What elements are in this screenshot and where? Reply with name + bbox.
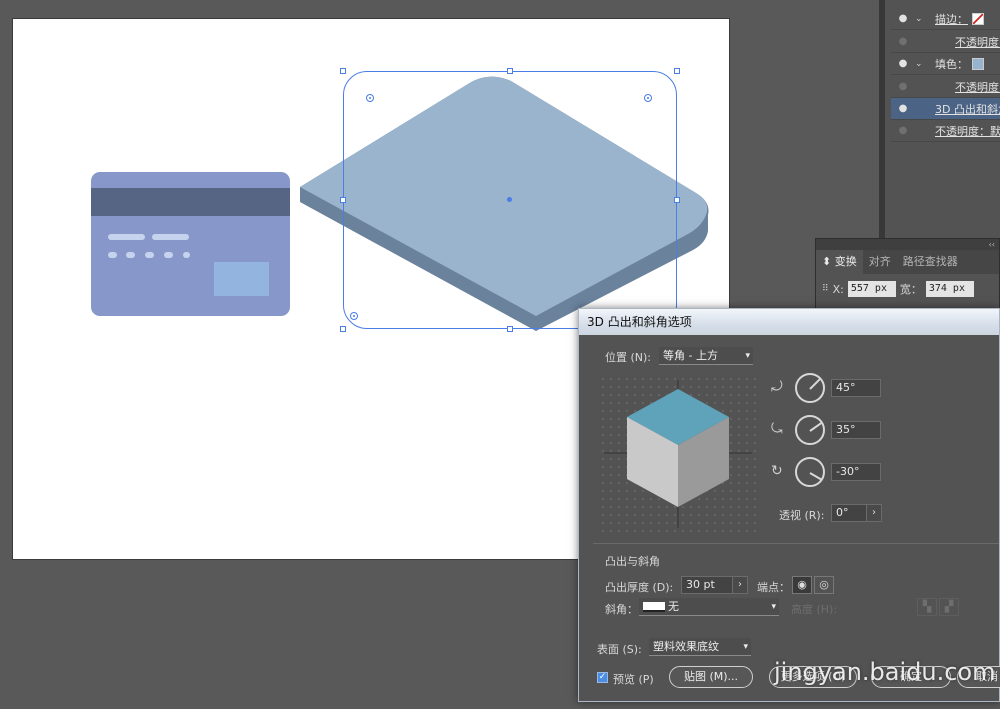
x-rotation-dial[interactable] (795, 373, 825, 403)
extrude-depth-slider-button[interactable]: › (732, 576, 748, 594)
bevel-in-button[interactable]: ▞ (939, 598, 959, 616)
resize-handle[interactable] (507, 326, 513, 332)
position-select[interactable]: 等角 - 上方 ▾ (659, 347, 753, 365)
eye-icon[interactable]: ● (897, 103, 909, 114)
panel-collapse-button[interactable]: ‹‹ (816, 239, 999, 250)
z-axis-rotate-icon: ↻ (771, 463, 783, 479)
perspective-input[interactable]: 0° (831, 504, 867, 522)
chevron-down-icon: ▾ (771, 602, 776, 612)
appearance-row-stroke[interactable]: ● ⌄ 描边： (891, 8, 1000, 30)
cap-label: 端点： (757, 581, 790, 594)
bevel-label: 斜角： (605, 603, 638, 616)
surface-label: 表面 (S): (597, 643, 642, 656)
corner-radius-widget[interactable] (366, 94, 374, 102)
tab-pathfinder[interactable]: 路径查找器 (897, 250, 964, 274)
appearance-row-fill-opacity[interactable]: ● 不透明度： (891, 76, 1000, 98)
eye-icon[interactable]: ● (897, 58, 909, 69)
surface-select[interactable]: 塑料效果底纹 ▾ (649, 638, 751, 656)
cap-off-button[interactable]: ◎ (814, 576, 834, 594)
corner-radius-widget[interactable] (350, 312, 358, 320)
center-point (507, 197, 512, 202)
appearance-row-opacity[interactable]: ● 不透明度：默认 (891, 120, 1000, 142)
appearance-row-3d-effect[interactable]: ● 3D 凸出和斜角 (891, 98, 1000, 120)
extrude-depth-label: 凸出厚度 (D): (605, 581, 674, 594)
opacity-label[interactable]: 不透明度： (955, 79, 1000, 95)
watermark: jingyan.baidu.com (774, 658, 996, 686)
x-label: X: (832, 282, 844, 296)
y-axis-rotate-icon: ⤿ (771, 421, 783, 437)
chevron-down-icon: ▾ (745, 351, 750, 361)
cap-on-button[interactable]: ◉ (792, 576, 812, 594)
tab-align[interactable]: 对齐 (863, 250, 897, 274)
x-rotation-input[interactable]: 45° (831, 379, 881, 397)
plate-top (300, 76, 708, 316)
width-input[interactable]: 374 px (925, 281, 974, 297)
transform-fields: ⠿ X: 557 px 宽： 374 px (822, 281, 974, 297)
height-label: 高度 (H): (791, 603, 838, 616)
stroke-label[interactable]: 描边： (935, 11, 968, 27)
cube-preview[interactable] (599, 375, 757, 533)
perspective-label: 透视 (R): (779, 509, 825, 522)
map-button[interactable]: 贴图 (M)... (669, 666, 753, 688)
resize-handle[interactable] (674, 68, 680, 74)
eye-icon[interactable]: ● (897, 81, 909, 92)
tab-transform[interactable]: ⬍ 变换 (816, 250, 863, 274)
opacity-label[interactable]: 不透明度：默认 (935, 123, 1000, 139)
bevel-preview-swatch (643, 602, 665, 612)
preview-checkbox[interactable]: ✓ (597, 672, 608, 683)
z-rotation-input[interactable]: -30° (831, 463, 881, 481)
extrude-depth-input[interactable]: 30 pt (681, 576, 733, 594)
resize-handle[interactable] (340, 68, 346, 74)
resize-handle[interactable] (674, 197, 680, 203)
extrude-section-title: 凸出与斜角 (605, 555, 660, 568)
y-rotation-dial[interactable] (795, 415, 825, 445)
opacity-label[interactable]: 不透明度： (955, 34, 1000, 50)
fill-swatch[interactable] (972, 57, 984, 70)
z-rotation-dial[interactable] (795, 457, 825, 487)
x-axis-rotate-icon: ⤾ (771, 379, 783, 395)
appearance-row-stroke-opacity[interactable]: ● 不透明度： (891, 31, 1000, 53)
width-label: 宽： (899, 283, 922, 296)
chevron-down-icon[interactable]: ⌄ (915, 59, 923, 69)
corner-radius-widget[interactable] (644, 94, 652, 102)
dialog-title: 3D 凸出和斜角选项 (579, 309, 999, 335)
resize-handle[interactable] (340, 197, 346, 203)
eye-icon[interactable]: ● (897, 36, 909, 47)
appearance-row-fill[interactable]: ● ⌄ 填色： (891, 53, 1000, 75)
x-input[interactable]: 557 px (847, 281, 896, 297)
eye-icon[interactable]: ● (897, 125, 909, 136)
3d-preview-area[interactable] (599, 375, 757, 533)
bevel-out-button[interactable]: ▚ (917, 598, 937, 616)
chevron-down-icon[interactable]: ⌄ (915, 14, 923, 24)
chevron-down-icon: ▾ (743, 642, 748, 652)
transform-panel: ‹‹ ⬍ 变换 对齐 路径查找器 ⠿ X: 557 px 宽： 374 px (815, 238, 1000, 312)
effect-label[interactable]: 3D 凸出和斜角 (935, 101, 1000, 117)
resize-handle[interactable] (507, 68, 513, 74)
section-divider (593, 543, 999, 544)
reference-point-icon[interactable]: ⠿ (822, 284, 829, 294)
stroke-swatch[interactable] (972, 12, 984, 25)
3d-extrude-dialog: 3D 凸出和斜角选项 位置 (N): 等角 - 上方 ▾ ⤾ 45° ⤿ 35° … (578, 308, 1000, 702)
preview-label[interactable]: 预览 (P) (613, 671, 654, 687)
fill-label[interactable]: 填色： (935, 56, 968, 72)
perspective-slider-button[interactable]: › (866, 504, 882, 522)
eye-icon[interactable]: ● (897, 13, 909, 24)
y-rotation-input[interactable]: 35° (831, 421, 881, 439)
panel-tabs: ⬍ 变换 对齐 路径查找器 (816, 250, 999, 274)
resize-handle[interactable] (340, 326, 346, 332)
appearance-panel: ● ⌄ 描边： ● 不透明度： ● ⌄ 填色： ● 不透明度： ● 3D 凸出和… (879, 0, 1000, 240)
position-label: 位置 (N): (605, 351, 652, 364)
bevel-select[interactable]: 无 ▾ (639, 598, 779, 616)
